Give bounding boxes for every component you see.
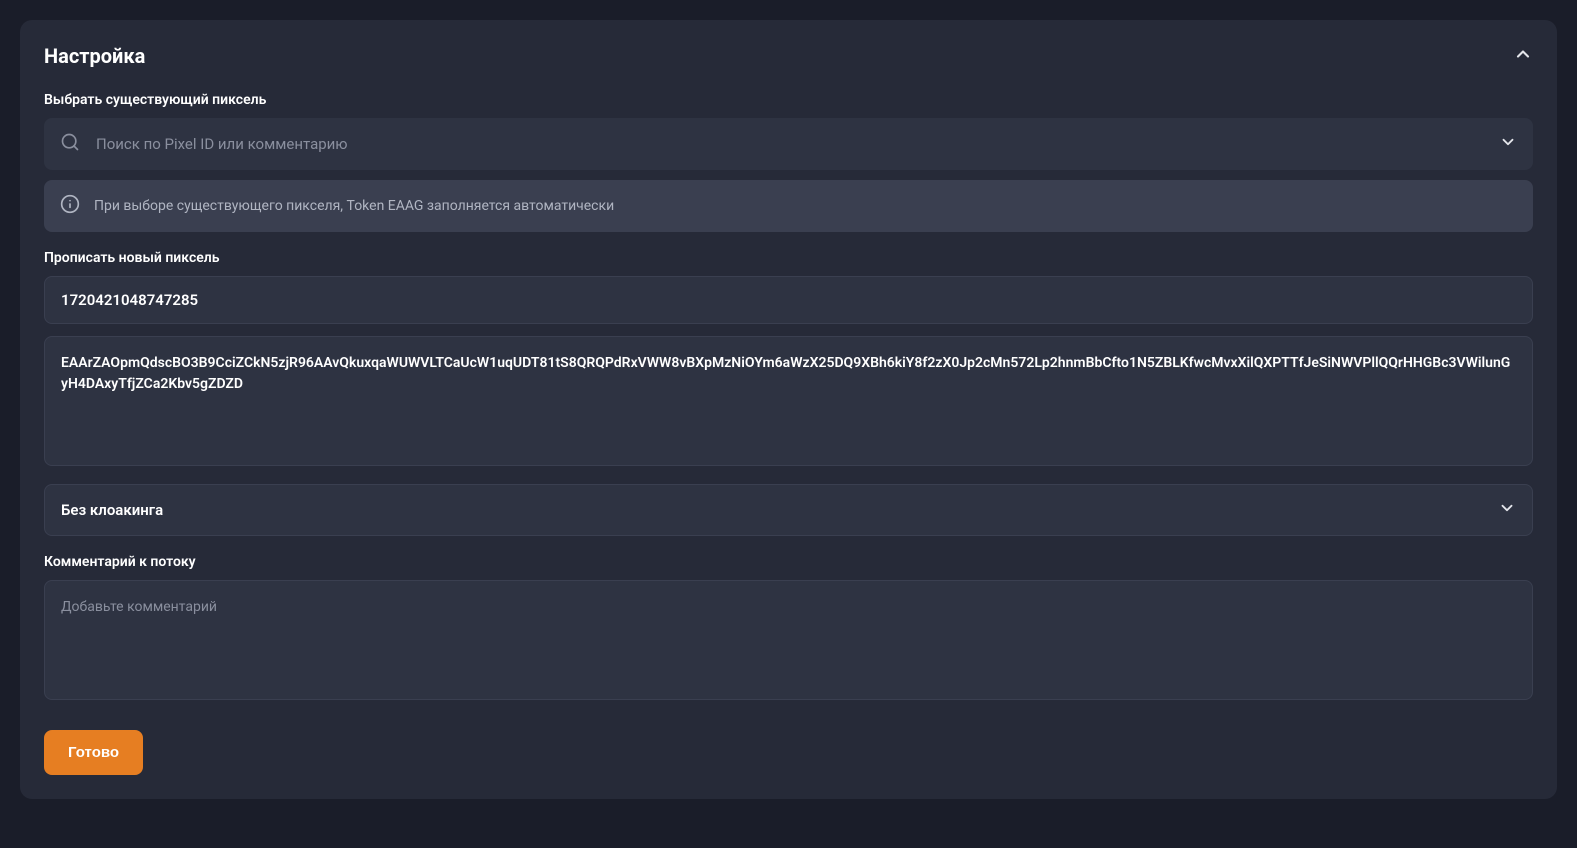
pixel-search-select[interactable]: Поиск по Pixel ID или комментарию [44,118,1533,170]
new-pixel-group: Прописать новый пиксель Без клоакинга [44,250,1533,536]
cloaking-value: Без клоакинга [61,501,163,519]
pixel-search-placeholder: Поиск по Pixel ID или комментарию [96,135,1499,153]
info-text: При выборе существующего пикселя, Token … [94,198,614,214]
chevron-down-icon [1498,499,1516,521]
comment-group: Комментарий к потоку [44,554,1533,704]
info-banner: При выборе существующего пикселя, Token … [44,180,1533,232]
panel-title: Настройка [44,44,145,68]
pixel-id-input[interactable] [44,276,1533,324]
info-icon [60,194,80,218]
chevron-up-icon[interactable] [1513,44,1533,68]
existing-pixel-label: Выбрать существующий пиксель [44,92,1533,108]
chevron-down-icon [1499,133,1517,155]
existing-pixel-group: Выбрать существующий пиксель Поиск по Pi… [44,92,1533,232]
cloaking-select[interactable]: Без клоакинга [44,484,1533,536]
search-icon [60,132,80,156]
panel-header: Настройка [44,44,1533,68]
comment-input[interactable] [44,580,1533,700]
new-pixel-label: Прописать новый пиксель [44,250,1533,266]
settings-panel: Настройка Выбрать существующий пиксель П… [20,20,1557,799]
submit-button[interactable]: Готово [44,730,143,775]
token-input[interactable] [44,336,1533,466]
comment-label: Комментарий к потоку [44,554,1533,570]
